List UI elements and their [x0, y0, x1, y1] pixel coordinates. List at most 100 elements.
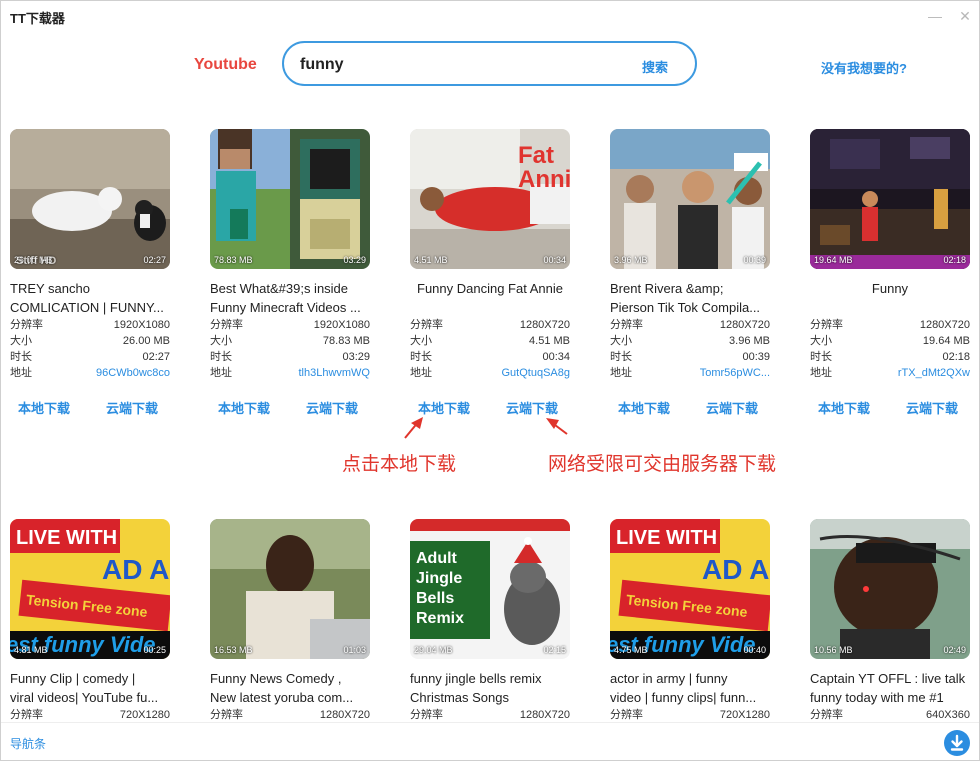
- meta-label: 时长: [610, 351, 632, 363]
- video-title-line: Funny News Comedy ,: [210, 671, 342, 686]
- meta-value: 3.96 MB: [729, 335, 770, 347]
- video-thumbnail[interactable]: LIVE WITH AD AA Tension Free zone est fu…: [610, 519, 770, 659]
- video-title-line: video | funny clips| funn...: [610, 690, 757, 705]
- meta-row-resolution: 分辨率 1280X720: [410, 317, 570, 333]
- video-title-line: Funny Dancing Fat Annie: [417, 281, 563, 296]
- video-title: Funny Dancing Fat Annie: [410, 279, 570, 317]
- nav-bar-link[interactable]: 导航条: [10, 735, 46, 752]
- thumb-size: 4.51 MB: [414, 255, 448, 265]
- thumb-size: 3.96 MB: [614, 255, 648, 265]
- search-button[interactable]: 搜索: [642, 57, 668, 76]
- video-title: Funny: [810, 279, 970, 317]
- thumb-text: AD AA: [702, 554, 770, 585]
- meta-value: 26.00 MB: [122, 335, 170, 347]
- meta-row-resolution: 分辨率 1920X1080: [10, 317, 170, 333]
- video-thumbnail[interactable]: 16.53 MB 01:03: [210, 519, 370, 659]
- close-icon[interactable]: ✕: [955, 6, 975, 26]
- meta-label: 大小: [410, 335, 432, 347]
- video-card: 10.56 MB 02:49 Captain YT OFFL : live ta…: [810, 519, 970, 722]
- missing-request-link[interactable]: 没有我想要的?: [821, 58, 907, 77]
- meta-row-size: 大小 3.96 MB: [610, 333, 770, 349]
- title-bar: TT下载器 — ✕: [1, 1, 979, 31]
- meta-row-address: 地址 rTX_dMt2QXw: [810, 365, 970, 381]
- meta-value: 03:29: [342, 351, 370, 363]
- cloud-download-button[interactable]: 云端下载: [706, 398, 758, 417]
- thumb-size: 19.64 MB: [814, 255, 853, 265]
- thumb-duration: 00:25: [143, 645, 166, 655]
- meta-label: 时长: [10, 351, 32, 363]
- meta-row-size: 大小 4.51 MB: [410, 333, 570, 349]
- meta-value: 78.83 MB: [322, 335, 370, 347]
- thumb-text: Fat: [518, 142, 554, 169]
- meta-row-duration: 时长 02:18: [810, 349, 970, 365]
- download-manager-button[interactable]: [944, 730, 970, 756]
- video-title-line: funny today with me #1: [810, 690, 944, 705]
- cloud-download-button[interactable]: 云端下载: [906, 398, 958, 417]
- local-download-button[interactable]: 本地下载: [18, 398, 70, 417]
- cloud-download-button[interactable]: 云端下载: [506, 398, 558, 417]
- meta-row-address: 地址 96CWb0wc8co: [10, 365, 170, 381]
- meta-label: 地址: [10, 367, 32, 379]
- meta-value: 02:27: [142, 351, 170, 363]
- meta-row-resolution: 分辨率 720X1280: [10, 707, 170, 722]
- meta-label: 分辨率: [10, 709, 43, 721]
- meta-label: 分辨率: [410, 709, 443, 721]
- meta-row-resolution: 分辨率 1280X720: [610, 317, 770, 333]
- meta-label: 大小: [610, 335, 632, 347]
- meta-label: 分辨率: [610, 709, 643, 721]
- video-thumbnail[interactable]: Adult Jingle Bells Remix 29.04 MB 02:15: [410, 519, 570, 659]
- video-thumbnail[interactable]: Fat Anni 4.51 MB 00:34: [410, 129, 570, 269]
- address-link[interactable]: 96CWb0wc8co: [96, 365, 170, 381]
- card-actions: 本地下载 云端下载: [210, 398, 370, 418]
- meta-row-resolution: 分辨率 1280X720: [810, 317, 970, 333]
- video-thumbnail[interactable]: 26.00 MB Stiff HD 02:27: [10, 129, 170, 269]
- meta-label: 分辨率: [410, 319, 443, 331]
- video-title: TREY sancho COMLICATION | FUNNY...: [10, 279, 170, 317]
- address-link[interactable]: Tomr56pWC...: [700, 365, 770, 381]
- meta-row-address: 地址 GutQtuqSA8g: [410, 365, 570, 381]
- address-link[interactable]: tlh3LhwvmWQ: [298, 365, 370, 381]
- thumb-duration: 03:29: [343, 255, 366, 265]
- meta-label: 分辨率: [10, 319, 43, 331]
- cloud-download-button[interactable]: 云端下载: [306, 398, 358, 417]
- meta-row-resolution: 分辨率 1280X720: [410, 707, 570, 722]
- local-download-button[interactable]: 本地下载: [618, 398, 670, 417]
- video-title-line: Funny Clip | comedy |: [10, 671, 136, 686]
- video-title: Best What&#39;s inside Funny Minecraft V…: [210, 279, 370, 317]
- local-download-button[interactable]: 本地下载: [418, 398, 470, 417]
- thumb-size: 16.53 MB: [214, 645, 253, 655]
- meta-row-duration: 时长 03:29: [210, 349, 370, 365]
- local-download-button[interactable]: 本地下载: [818, 398, 870, 417]
- thumbnail-image: Adult Jingle Bells Remix: [410, 519, 570, 659]
- thumb-duration: 02:15: [543, 645, 566, 655]
- meta-label: 大小: [810, 335, 832, 347]
- cloud-download-button[interactable]: 云端下载: [106, 398, 158, 417]
- video-title-line: Funny Minecraft Videos ...: [210, 300, 361, 315]
- video-thumbnail[interactable]: LIVE WITH AD AA Tension Free zone est fu…: [10, 519, 170, 659]
- meta-row-resolution: 分辨率 640X360: [810, 707, 970, 722]
- thumb-text: AD AA: [102, 554, 170, 585]
- video-thumbnail[interactable]: 10.56 MB 02:49: [810, 519, 970, 659]
- video-thumbnail[interactable]: 19.64 MB 02:18: [810, 129, 970, 269]
- address-link[interactable]: rTX_dMt2QXw: [898, 365, 970, 381]
- address-link[interactable]: GutQtuqSA8g: [502, 365, 571, 381]
- video-thumbnail[interactable]: 78.83 MB 03:29: [210, 129, 370, 269]
- video-title-line: viral videos| YouTube fu...: [10, 690, 159, 705]
- card-actions: 本地下载 云端下载: [610, 398, 770, 418]
- video-title-line: actor in army | funny: [610, 671, 728, 686]
- video-title-line: Best What&#39;s inside: [210, 281, 349, 296]
- video-card: 19.64 MB 02:18 Funny 分辨率 1280X720 大小 19.64…: [810, 129, 970, 418]
- meta-label: 时长: [210, 351, 232, 363]
- video-title-line: COMLICATION | FUNNY...: [10, 300, 164, 315]
- minimize-icon[interactable]: —: [925, 6, 945, 26]
- meta-value: 1280X720: [519, 709, 570, 721]
- local-download-button[interactable]: 本地下载: [218, 398, 270, 417]
- video-card: 78.83 MB 03:29 Best What&#39;s inside Fu…: [210, 129, 370, 418]
- thumb-text: Jingle: [416, 570, 462, 587]
- window-title: TT下载器: [10, 11, 65, 26]
- video-card: LIVE WITH AD AA Tension Free zone est fu…: [610, 519, 770, 722]
- video-title-line: Pierson Tik Tok Compila...: [610, 300, 761, 315]
- thumb-text: LIVE WITH: [616, 527, 717, 549]
- search-input[interactable]: [298, 52, 622, 78]
- video-thumbnail[interactable]: 3.96 MB 00:39: [610, 129, 770, 269]
